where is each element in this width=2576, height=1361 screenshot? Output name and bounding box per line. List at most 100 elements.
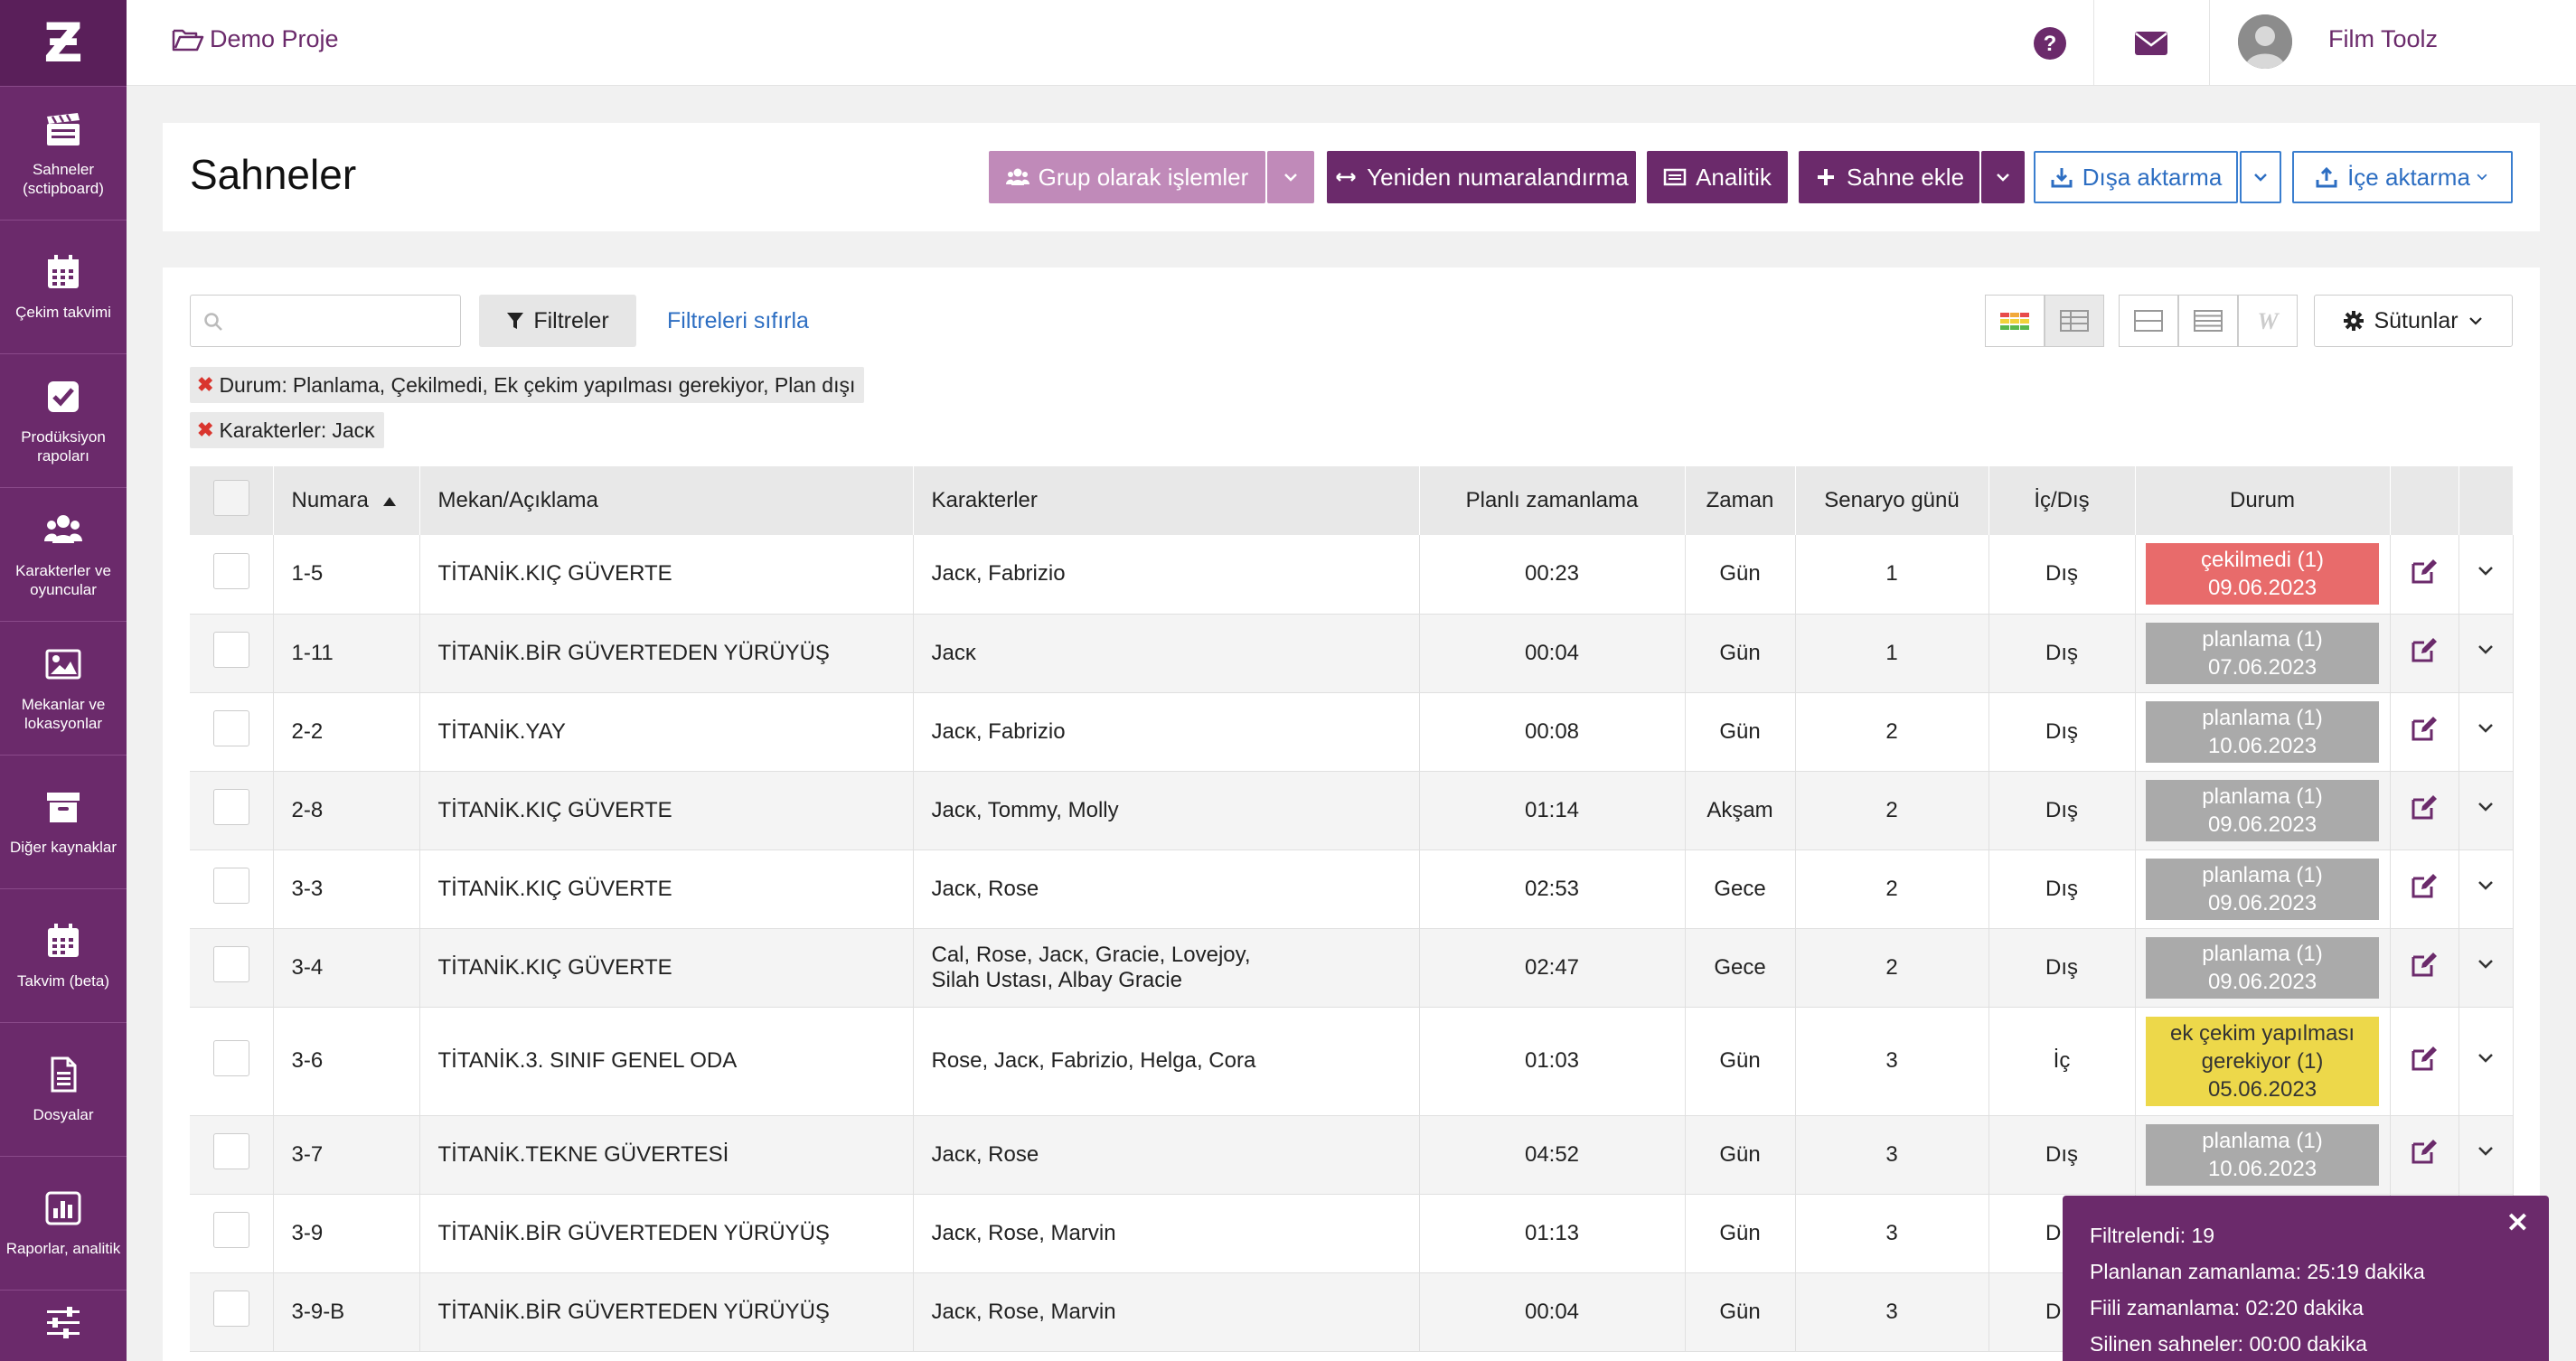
filters-button[interactable]: Filtreler	[479, 295, 636, 347]
compact-rows-view-button[interactable]	[2178, 295, 2238, 347]
edit-cell	[2390, 1115, 2459, 1195]
sidebar-item-production-reports[interactable]: Prodüksiyon rapoları	[0, 353, 127, 487]
edit-icon[interactable]	[2410, 638, 2439, 670]
chevron-down-icon[interactable]	[2471, 645, 2500, 670]
export-dropdown[interactable]	[2240, 151, 2281, 203]
sidebar-item-reports[interactable]: Raporlar, analitik	[0, 1156, 127, 1290]
wide-rows-view-button[interactable]	[2119, 295, 2178, 347]
sidebar-item-settings[interactable]	[0, 1290, 127, 1361]
table-row[interactable]: 1-11 TİTANİK.BİR GÜVERTEDEN YÜRÜYÜŞ Jacĸ 00…	[190, 614, 2514, 693]
row-checkbox[interactable]	[212, 946, 249, 982]
reset-filters-link[interactable]: Filtreleri sıfırla	[667, 308, 809, 334]
status-badge[interactable]: ek çekim yapılması gerekiyor (1) 05.06.20…	[2146, 1016, 2379, 1106]
edit-icon[interactable]	[2410, 717, 2439, 748]
table-row[interactable]: 2-2 TİTANİK.YAY Jacĸ, Fabrizio 00:08 Gün 2 Dış…	[190, 692, 2514, 772]
scene-number: 3-9-B	[273, 1272, 420, 1352]
edit-icon[interactable]	[2410, 1046, 2439, 1078]
table-row[interactable]: 1-5 TİTANİK.KIÇ GÜVERTE Jacĸ, Fabrizio 00:2…	[190, 535, 2514, 615]
table-row[interactable]: 3-6 TİTANİK.3. SINIF GENEL ODA Rose, Jacĸ,…	[190, 1007, 2514, 1116]
add-scene-label: Sahne ekle	[1846, 163, 1965, 191]
edit-icon[interactable]	[2410, 558, 2439, 591]
remove-filter-icon[interactable]: ✖	[197, 418, 213, 442]
add-scene-dropdown[interactable]	[1981, 151, 2025, 203]
table-row[interactable]: 3-7 TİTANİK.TEKNE GÜVERTESİ Jacĸ, Rose 04:5…	[190, 1115, 2514, 1195]
chevron-down-icon	[1284, 174, 1297, 182]
user-name[interactable]: Film Toolz	[2328, 25, 2438, 53]
help-button[interactable]: ?	[2007, 0, 2093, 86]
avatar[interactable]	[2238, 14, 2292, 69]
table-view-button[interactable]	[2045, 295, 2104, 347]
sidebar-item-scenes[interactable]: Sahneler (sctipboard)	[0, 86, 127, 220]
remove-filter-icon[interactable]: ✖	[197, 373, 213, 397]
column-header-planned[interactable]: Planlı zamanlama	[1419, 466, 1686, 535]
table-row[interactable]: 3-4 TİTANİK.KIÇ GÜVERTE Cal, Rose, Jacĸ, G…	[190, 928, 2514, 1008]
status-badge[interactable]: planlama (1) 09.06.2023	[2146, 779, 2379, 841]
chevron-down-icon[interactable]	[2471, 566, 2500, 591]
sidebar-item-calendar-beta[interactable]: Takvim (beta)	[0, 888, 127, 1022]
columns-button[interactable]: Sütunlar	[2314, 295, 2513, 347]
row-checkbox[interactable]	[212, 868, 249, 904]
sidebar-item-other-resources[interactable]: Diğer kaynaklar	[0, 755, 127, 888]
edit-cell	[2390, 1007, 2459, 1116]
renumber-button[interactable]: Yeniden numaralandırma	[1327, 151, 1636, 203]
edit-icon[interactable]	[2410, 795, 2439, 827]
sidebar-item-files[interactable]: Dosyalar	[0, 1022, 127, 1156]
column-header-number[interactable]: Numara	[273, 466, 420, 535]
row-checkbox[interactable]	[212, 1212, 249, 1248]
scene-place: TİTANİK.YAY	[419, 692, 914, 772]
chevron-down-icon[interactable]	[2471, 960, 2500, 984]
group-operations-dropdown[interactable]	[1267, 151, 1314, 203]
project-selector[interactable]: Demo Proje	[172, 25, 339, 53]
status-badge[interactable]: planlama (1) 09.06.2023	[2146, 936, 2379, 999]
select-all-checkbox[interactable]	[212, 479, 249, 516]
chevron-down-icon[interactable]	[2471, 1053, 2500, 1078]
column-header-place[interactable]: Mekan/Açıklama	[419, 466, 914, 535]
filter-tag-status[interactable]: ✖ Durum: Planlama, Çekilmedi, Ek çekim y…	[190, 367, 865, 403]
messages-button[interactable]	[2093, 0, 2209, 86]
edit-icon[interactable]	[2410, 1140, 2439, 1171]
analytics-button[interactable]: Analitik	[1647, 151, 1788, 203]
row-checkbox[interactable]	[212, 632, 249, 668]
row-checkbox[interactable]	[212, 789, 249, 825]
row-checkbox[interactable]	[212, 1133, 249, 1169]
search-box[interactable]	[190, 295, 461, 347]
column-header-script-day[interactable]: Senaryo günü	[1795, 466, 1989, 535]
table-row[interactable]: 2-8 TİTANİK.KIÇ GÜVERTE Jacĸ, Tommy, Molly…	[190, 771, 2514, 850]
chevron-down-icon[interactable]	[2471, 1147, 2500, 1171]
filter-tag-characters[interactable]: ✖ Karakterler: Jacĸ	[190, 412, 384, 448]
status-badge[interactable]: çekilmedi (1) 09.06.2023	[2146, 543, 2379, 605]
row-select-cell	[190, 1007, 274, 1116]
status-badge[interactable]: planlama (1) 07.06.2023	[2146, 622, 2379, 684]
search-input[interactable]	[232, 305, 449, 337]
sidebar-item-characters[interactable]: Karakterler ve oyuncular	[0, 487, 127, 621]
column-header-time[interactable]: Zaman	[1685, 466, 1796, 535]
app-logo[interactable]: Ƶ	[0, 0, 127, 86]
import-button[interactable]: İçe aktarma	[2292, 151, 2513, 203]
chevron-down-icon[interactable]	[2471, 803, 2500, 827]
scene-planned-time: 02:47	[1419, 928, 1686, 1008]
row-checkbox[interactable]	[212, 552, 249, 589]
word-export-button[interactable]: W	[2238, 295, 2298, 347]
chevron-down-icon[interactable]	[2471, 724, 2500, 748]
row-checkbox[interactable]	[212, 710, 249, 746]
close-icon[interactable]: ✕	[2506, 1210, 2529, 1237]
status-badge[interactable]: planlama (1) 10.06.2023	[2146, 700, 2379, 763]
export-button[interactable]: Dışa aktarma	[2034, 151, 2238, 203]
row-checkbox[interactable]	[212, 1039, 249, 1076]
add-scene-button[interactable]: Sahne ekle	[1799, 151, 1979, 203]
color-view-button[interactable]	[1985, 295, 2045, 347]
status-badge[interactable]: planlama (1) 10.06.2023	[2146, 1123, 2379, 1186]
sidebar-item-shooting-schedule[interactable]: Çekim takvimi	[0, 220, 127, 353]
edit-icon[interactable]	[2410, 874, 2439, 906]
sidebar-item-locations[interactable]: Mekanlar ve lokasyonlar	[0, 621, 127, 755]
edit-icon[interactable]	[2410, 953, 2439, 984]
chevron-down-icon[interactable]	[2471, 881, 2500, 906]
column-header-characters[interactable]: Karakterler	[913, 466, 1420, 535]
status-badge[interactable]: planlama (1) 09.06.2023	[2146, 858, 2379, 920]
row-checkbox[interactable]	[212, 1291, 249, 1327]
table-row[interactable]: 3-3 TİTANİK.KIÇ GÜVERTE Jacĸ, Rose 02:53 Gec…	[190, 849, 2514, 929]
column-header-status[interactable]: Durum	[2135, 466, 2391, 535]
column-header-int-ext[interactable]: İç/Dış	[1988, 466, 2136, 535]
scene-int-ext: İç	[1988, 1007, 2136, 1116]
group-operations-button[interactable]: Grup olarak işlemler	[989, 151, 1265, 203]
